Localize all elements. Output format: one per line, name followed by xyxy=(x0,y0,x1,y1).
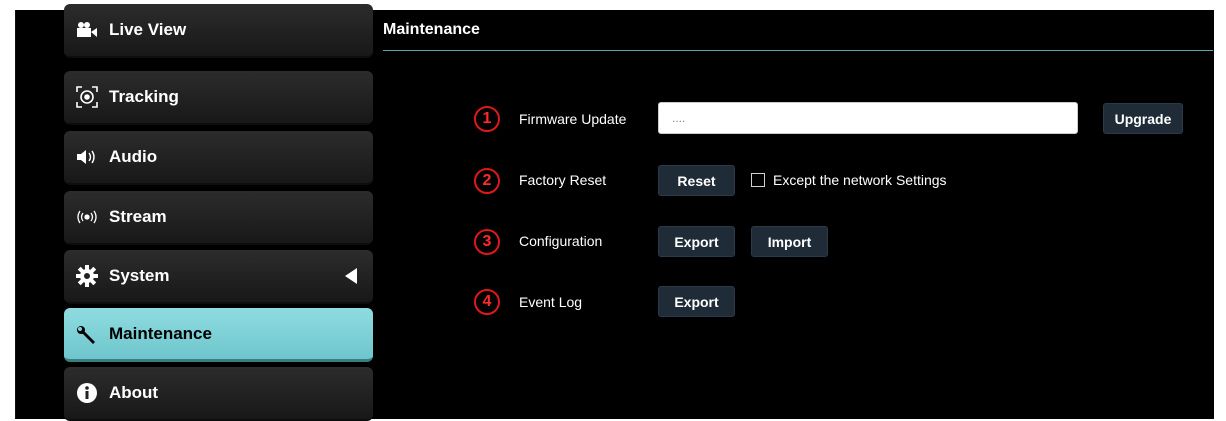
sidebar-item-label: Stream xyxy=(109,207,167,226)
app-frame: Live View Tracking Audio Stream System M… xyxy=(15,4,1214,421)
firmware-update-label: Firmware Update xyxy=(519,111,627,127)
sidebar-item-audio[interactable]: Audio xyxy=(64,131,373,185)
wrench-icon xyxy=(76,323,98,345)
config-import-button[interactable]: Import xyxy=(751,226,828,257)
callout-number: 1 xyxy=(474,106,500,132)
upgrade-button[interactable]: Upgrade xyxy=(1103,103,1183,134)
sidebar-item-live-view[interactable]: Live View xyxy=(64,4,373,58)
sidebar-item-label: Tracking xyxy=(109,87,179,106)
speaker-icon xyxy=(76,146,98,168)
sidebar-item-label: Live View xyxy=(109,20,187,39)
sidebar-item-tracking[interactable]: Tracking xyxy=(64,71,373,125)
configuration-label: Configuration xyxy=(519,233,603,249)
event-log-export-button[interactable]: Export xyxy=(658,286,735,317)
sidebar-item-about[interactable]: About xyxy=(64,367,373,421)
sidebar-item-label: Audio xyxy=(109,147,158,166)
title-divider xyxy=(383,50,1213,51)
callout-number: 3 xyxy=(474,229,500,255)
event-log-label: Event Log xyxy=(519,294,583,310)
except-network-label: Except the network Settings xyxy=(773,172,947,188)
video-camera-icon xyxy=(76,19,98,41)
config-export-button[interactable]: Export xyxy=(658,226,735,257)
sidebar-item-stream[interactable]: Stream xyxy=(64,191,373,245)
broadcast-icon xyxy=(76,206,98,228)
factory-reset-label: Factory Reset xyxy=(519,172,607,188)
callout-number: 2 xyxy=(474,168,500,194)
callout-number: 4 xyxy=(474,289,500,315)
info-icon xyxy=(76,382,98,404)
sidebar-item-system[interactable]: System xyxy=(64,250,373,304)
page-title: Maintenance xyxy=(383,21,480,38)
tracking-icon xyxy=(76,86,98,108)
firmware-file-input[interactable]: .... xyxy=(658,102,1078,134)
sidebar: Live View Tracking Audio Stream System M… xyxy=(64,4,374,421)
sidebar-item-label: About xyxy=(109,383,159,402)
reset-button[interactable]: Reset xyxy=(658,165,735,196)
sidebar-item-label: System xyxy=(109,266,170,285)
collapse-arrow-icon[interactable] xyxy=(345,268,357,284)
except-network-checkbox[interactable] xyxy=(751,173,765,187)
gear-icon xyxy=(76,265,98,287)
sidebar-item-maintenance[interactable]: Maintenance xyxy=(64,308,373,362)
sidebar-item-label: Maintenance xyxy=(109,323,212,343)
